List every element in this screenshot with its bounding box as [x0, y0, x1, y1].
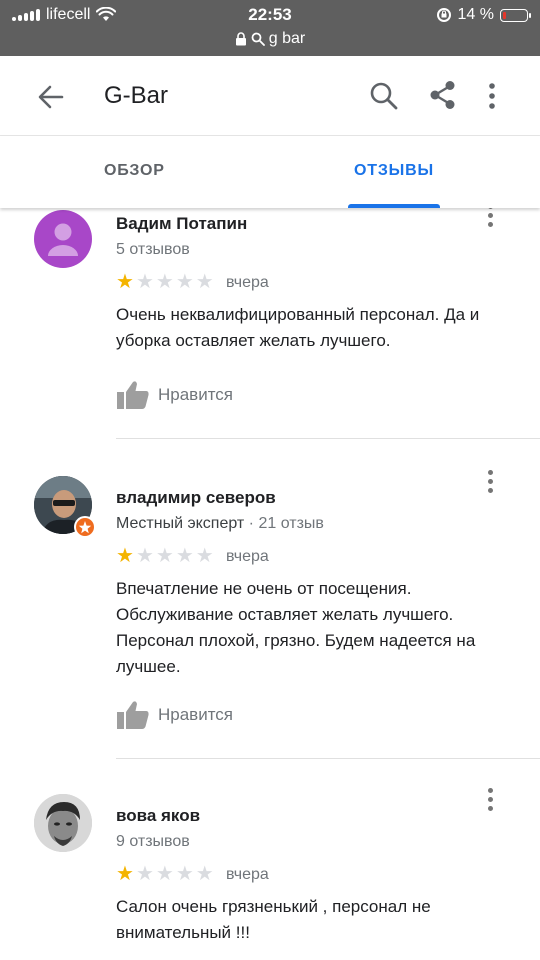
avatar[interactable] [34, 794, 92, 852]
lock-icon [235, 32, 246, 46]
review-text: Очень неквалифицированный персонал. Да и… [116, 305, 480, 350]
tab-active-indicator [348, 204, 440, 208]
rating-stars: ★ ★ ★ ★ ★ [116, 546, 214, 566]
review-date: вчера [226, 548, 269, 565]
share-icon[interactable] [426, 78, 460, 112]
review-author[interactable]: вова яков [116, 806, 200, 826]
star-icon: ★ [175, 863, 194, 885]
reviews-list[interactable]: Вадим Потапин 5 отзывов ★ ★ ★ ★ ★ вчера … [0, 208, 540, 960]
battery-level [503, 11, 506, 19]
search-icon [251, 32, 265, 46]
url-text: g bar [268, 30, 306, 47]
review-item: вова яков 9 отзывов ★ ★ ★ ★ ★ вчера Сало… [0, 780, 540, 960]
star-icon: ★ [116, 863, 134, 885]
thumb-up-icon [117, 381, 149, 409]
review-count: 21 отзыв [258, 515, 324, 532]
review-author[interactable]: владимир северов [116, 488, 276, 508]
star-icon: ★ [135, 271, 154, 293]
star-icon: ★ [155, 863, 174, 885]
divider [116, 758, 540, 759]
battery-icon [500, 8, 531, 22]
star-icon: ★ [135, 545, 154, 567]
review-more-icon[interactable] [480, 786, 500, 816]
review-text: Салон очень грязненький , персонал не вн… [116, 897, 431, 942]
star-icon: ★ [135, 863, 154, 885]
local-guide-label: Местный эксперт [116, 515, 245, 532]
search-icon[interactable] [368, 80, 400, 112]
more-vert-icon[interactable] [482, 80, 502, 112]
user-photo [34, 794, 92, 852]
arrow-back-icon[interactable] [34, 80, 68, 114]
thumb-up-icon [117, 701, 149, 729]
default-person-icon [48, 223, 78, 256]
rating-stars: ★ ★ ★ ★ ★ [116, 864, 214, 884]
review-meta: Местный эксперт · 21 отзыв [116, 515, 324, 533]
rating-stars: ★ ★ ★ ★ ★ [116, 272, 214, 292]
url-bar[interactable]: g bar [0, 30, 540, 48]
local-guide-badge-icon [74, 516, 96, 538]
review-author[interactable]: Вадим Потапин [116, 214, 247, 234]
star-icon: ★ [155, 271, 174, 293]
star-icon: ★ [195, 271, 214, 293]
review-item: владимир северов Местный эксперт · 21 от… [0, 464, 540, 764]
battery-percent: 14 % [457, 6, 494, 23]
status-right: 14 % [436, 6, 531, 24]
star-icon: ★ [175, 545, 194, 567]
review-text: Впечатление не очень от посещения. Обслу… [116, 579, 476, 676]
review-more-icon[interactable] [480, 468, 500, 498]
review-meta: 5 отзывов [116, 241, 190, 258]
tab-reviews[interactable]: ОТЗЫВЫ [354, 162, 434, 180]
review-date: вчера [226, 866, 269, 883]
page-title: G-Bar [104, 82, 169, 109]
meta-separator: · [244, 515, 259, 532]
like-button[interactable]: Нравится [116, 380, 233, 410]
star-icon: ★ [195, 545, 214, 567]
star-icon: ★ [116, 271, 134, 293]
review-more-icon[interactable] [480, 208, 500, 232]
like-button[interactable]: Нравится [116, 700, 233, 730]
review-date: вчера [226, 274, 269, 291]
avatar[interactable] [34, 210, 92, 268]
status-bar: lifecell 22:53 14 % g bar [0, 0, 540, 56]
star-icon: ★ [116, 545, 134, 567]
review-meta: 9 отзывов [116, 833, 190, 850]
divider [116, 438, 540, 439]
like-label: Нравится [158, 385, 234, 404]
tab-overview[interactable]: ОБЗОР [104, 162, 165, 180]
like-label: Нравится [158, 705, 234, 724]
star-icon: ★ [195, 863, 214, 885]
star-icon: ★ [155, 545, 174, 567]
tab-bar: ОБЗОР ОТЗЫВЫ [0, 136, 540, 208]
star-icon: ★ [175, 271, 194, 293]
rotation-lock-icon [436, 8, 451, 22]
app-bar: G-Bar [0, 56, 540, 136]
review-item: Вадим Потапин 5 отзывов ★ ★ ★ ★ ★ вчера … [0, 208, 540, 444]
